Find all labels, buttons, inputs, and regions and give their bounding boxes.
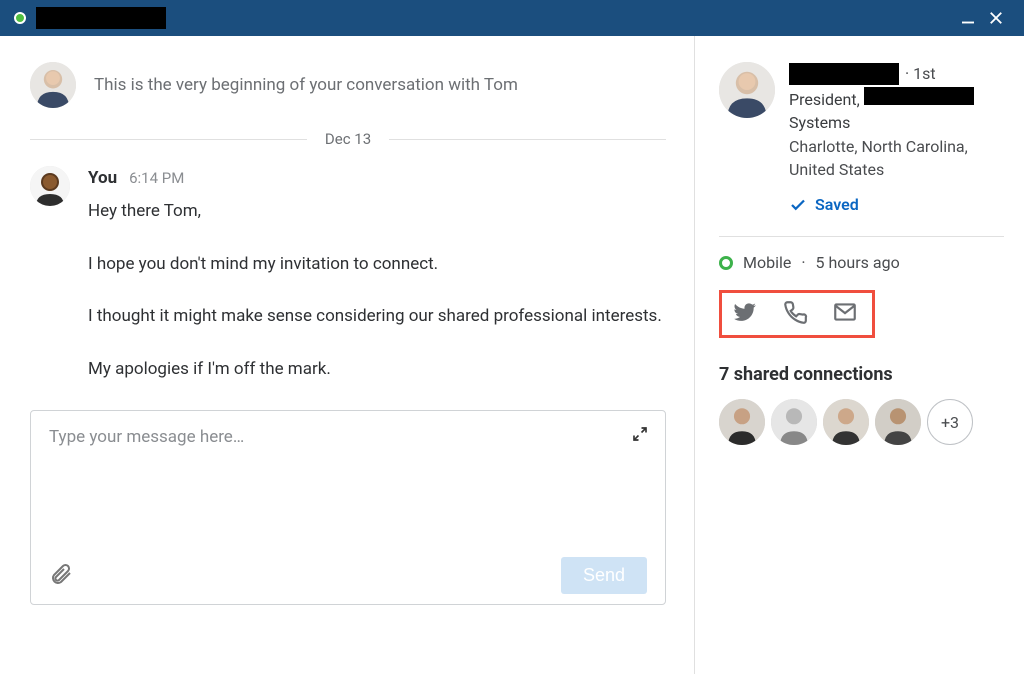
contact-methods — [719, 290, 875, 338]
message-input[interactable] — [49, 427, 647, 497]
intro-text: This is the very beginning of your conve… — [94, 75, 518, 95]
shared-avatar[interactable] — [719, 399, 765, 445]
presence-dot-icon — [14, 12, 26, 24]
company-redacted — [864, 87, 974, 105]
profile-name-redacted — [789, 63, 899, 85]
profile-header: · 1st President, Systems Charlotte, Nort… — [719, 62, 1004, 216]
shared-avatar[interactable] — [823, 399, 869, 445]
shared-connections-title: 7 shared connections — [719, 364, 1004, 385]
minimize-button[interactable] — [954, 4, 982, 32]
phone-icon[interactable] — [782, 299, 808, 329]
presence-status-icon — [719, 256, 733, 270]
send-button[interactable]: Send — [561, 557, 647, 594]
company-suffix: Systems — [789, 111, 1004, 134]
more-connections-badge[interactable]: +3 — [927, 399, 973, 445]
profile-avatar[interactable] — [719, 62, 775, 118]
shared-connections-row: +3 — [719, 399, 1004, 445]
close-button[interactable] — [982, 4, 1010, 32]
twitter-icon[interactable] — [732, 299, 758, 329]
connection-degree: · 1st — [905, 62, 936, 85]
presence-time: 5 hours ago — [816, 253, 900, 272]
message-author: You — [88, 168, 117, 188]
presence-row: Mobile · 5 hours ago — [719, 253, 1004, 272]
presence-label: Mobile — [743, 253, 791, 272]
message: You 6:14 PM Hey there Tom, I hope you do… — [30, 166, 666, 382]
message-time: 6:14 PM — [129, 169, 184, 187]
email-icon[interactable] — [832, 299, 858, 329]
attachment-icon[interactable] — [49, 562, 73, 590]
profile-panel: · 1st President, Systems Charlotte, Nort… — [694, 36, 1024, 674]
conversation-intro: This is the very beginning of your conve… — [30, 62, 666, 108]
conversation-panel: This is the very beginning of your conve… — [0, 36, 694, 674]
titlebar-name-redacted — [36, 7, 166, 29]
titlebar — [0, 0, 1024, 36]
saved-label: Saved — [815, 193, 859, 216]
shared-avatar[interactable] — [875, 399, 921, 445]
message-body: Hey there Tom, I hope you don't mind my … — [88, 198, 666, 382]
message-composer: Send — [30, 410, 666, 605]
profile-location: Charlotte, North Carolina, United States — [789, 135, 1004, 181]
title-prefix: President, — [789, 90, 864, 109]
sender-avatar[interactable] — [30, 166, 70, 206]
date-label: Dec 13 — [325, 130, 371, 148]
saved-indicator[interactable]: Saved — [789, 193, 1004, 216]
expand-icon[interactable] — [631, 425, 649, 447]
shared-avatar[interactable] — [771, 399, 817, 445]
profile-title-line: President, — [789, 87, 1004, 111]
date-separator: Dec 13 — [30, 130, 666, 148]
contact-avatar[interactable] — [30, 62, 76, 108]
